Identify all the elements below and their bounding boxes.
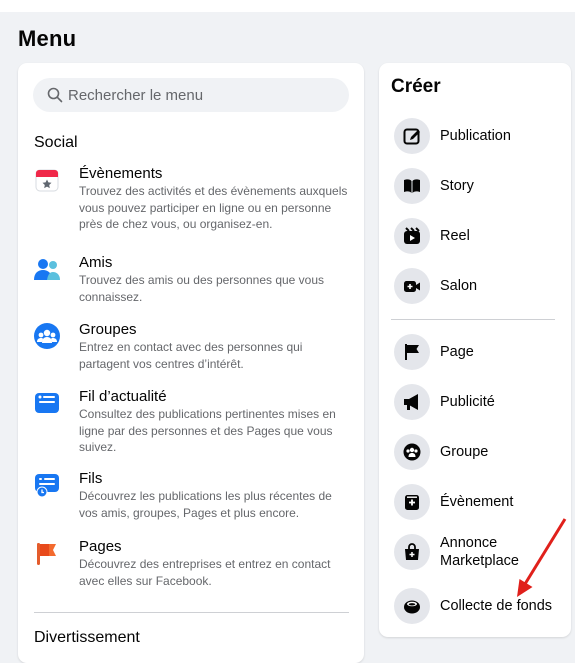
create-title: Créer [391,76,441,97]
create-item-label: Évènement [440,494,514,510]
friends-icon [34,259,60,280]
menu-item-desc: Découvrez des entreprises et entrez en c… [79,557,331,588]
menu-item-title: Fil d’actualité [79,388,167,405]
megaphone-icon [404,394,418,410]
search-placeholder: Rechercher le menu [68,86,204,104]
page-title: Menu [18,26,77,51]
menu-item-friends[interactable]: Amis Trouvez des amis ou des personnes q… [33,253,353,320]
menu-item-title: Amis [79,254,113,271]
create-item-label: Salon [440,278,478,294]
create-fundraiser-button[interactable]: Collecte de fonds [394,588,552,624]
event-icon [405,495,419,510]
menu-item-feeds[interactable]: Fils Découvrez les publications les plus… [33,469,353,537]
section-divider [34,612,349,613]
create-group-button[interactable]: Groupe [394,434,488,470]
flag-icon [405,344,419,360]
fundraiser-icon [404,600,420,614]
shopping-bag-icon [405,543,419,560]
calendar-icon [35,169,59,192]
book-icon [404,179,420,193]
menu-item-desc: Consultez des publications pertinentes m… [79,407,336,454]
create-reel-button[interactable]: Reel [394,218,470,254]
create-item-label: Publication [440,128,511,144]
menu-item-pages[interactable]: Pages Découvrez des entreprises et entre… [33,537,353,597]
create-item-label: Reel [440,228,470,244]
search-icon [47,87,63,103]
menu-item-desc: Découvrez les publications les plus réce… [79,489,332,520]
create-ad-button[interactable]: Publicité [394,384,495,420]
create-item-label: Publicité [440,394,495,410]
create-item-label: Page [440,344,474,360]
menu-item-groups[interactable]: Groupes Entrez en contact avec des perso… [33,320,353,387]
create-event-button[interactable]: Évènement [394,484,513,520]
feeds-icon [35,474,59,498]
create-publication-button[interactable]: Publication [394,118,511,154]
create-card: Créer Publication Story Reel Salon Page … [379,63,571,637]
menu-item-desc: Trouvez des amis ou des personnes que vo… [79,273,325,304]
section-title-social: Social [34,134,78,151]
create-page-button[interactable]: Page [394,334,474,370]
groups-icon [34,323,60,349]
create-item-label: Collecte de fonds [440,598,553,614]
create-item-label: Groupe [440,444,489,460]
search-input[interactable]: Rechercher le menu [33,78,349,112]
menu-item-news-feed[interactable]: Fil d’actualité Consultez des publicatio… [33,387,353,469]
pages-flag-icon [37,543,56,565]
feed-icon [35,393,59,413]
create-item-label: Annonce Marketplace [440,535,519,569]
menu-item-desc: Trouvez des activités et des évènements … [79,184,348,231]
video-icon [404,281,420,292]
menu-item-desc: Entrez en contact avec des personnes qui… [79,340,303,371]
menu-item-title: Évènements [79,165,163,182]
top-band [0,0,575,12]
create-item-label: Story [440,178,474,194]
menu-item-title: Groupes [79,321,137,338]
menu-item-title: Fils [79,470,103,487]
create-divider [391,319,555,320]
group-icon [403,443,421,461]
menu-item-title: Pages [79,538,122,555]
reel-icon [404,227,420,244]
edit-icon [403,128,420,145]
menu-item-events[interactable]: Évènements Trouvez des activités et des … [33,164,353,253]
create-room-button[interactable]: Salon [394,268,477,304]
create-marketplace-listing-button[interactable]: Annonce Marketplace [394,534,520,570]
menu-card: Rechercher le menu Social Évènements Tro… [18,63,364,663]
section-title-entertainment: Divertissement [34,629,140,646]
create-story-button[interactable]: Story [394,168,474,204]
